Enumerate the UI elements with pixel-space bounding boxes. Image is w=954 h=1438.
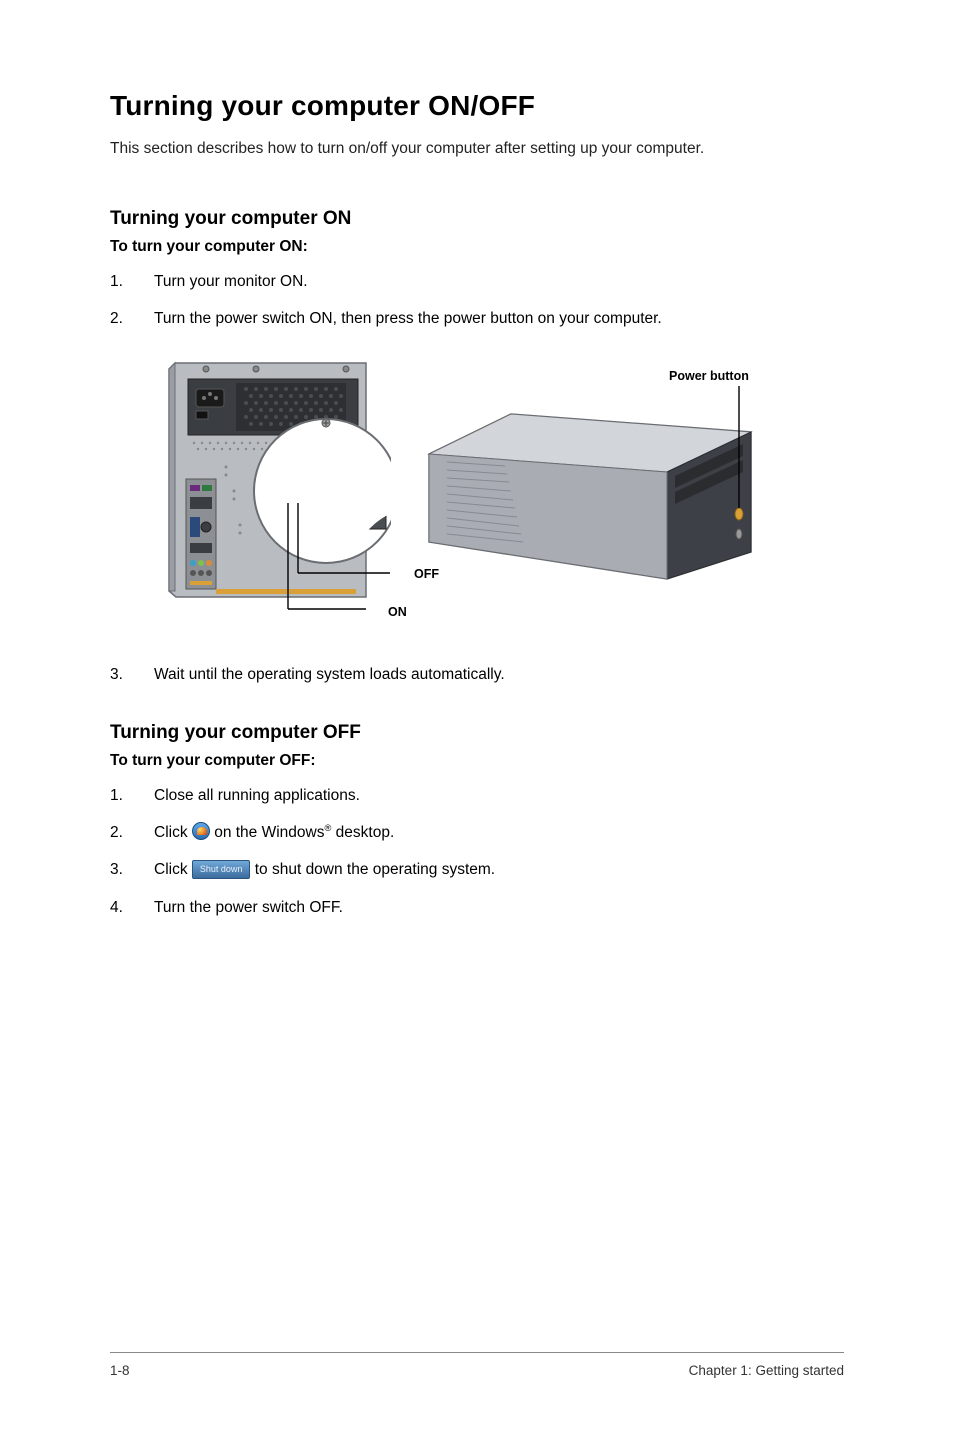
section-off-heading: Turning your computer OFF [110,722,844,744]
rear-panel-diagram: – o OFF ON [166,361,391,623]
section-off-sub: To turn your computer OFF: [110,752,844,770]
section-on-heading: Turning your computer ON [110,208,844,230]
page-number: 1-8 [110,1363,130,1378]
list-number: 2. [110,307,154,330]
text-fragment: Click [154,861,192,878]
list-text: Turn the power switch OFF. [154,896,844,919]
list-number: 1. [110,784,154,807]
page-footer: 1-8 Chapter 1: Getting started [110,1352,844,1378]
list-number: 3. [110,663,154,686]
list-number: 4. [110,896,154,919]
diagram-container: – o OFF ON [166,361,844,623]
list-text: Click on the Windows® desktop. [154,821,844,844]
windows-start-icon [192,822,210,840]
list-text: Wait until the operating system loads au… [154,663,844,686]
list-text: Click Shut down to shut down the operati… [154,858,844,881]
switch-on-label: ON [388,605,407,619]
list-number: 3. [110,858,154,881]
list-item: 2. Turn the power switch ON, then press … [110,307,844,330]
list-item: 1. Turn your monitor ON. [110,270,844,293]
list-text: Close all running applications. [154,784,844,807]
computer-front-illustration [421,374,761,584]
text-fragment: to shut down the operating system. [250,861,495,878]
list-text: Turn your monitor ON. [154,270,844,293]
page-title: Turning your computer ON/OFF [110,90,844,122]
section-on-sub: To turn your computer ON: [110,238,844,256]
power-button-label: Power button [669,369,749,383]
list-text: Turn the power switch ON, then press the… [154,307,844,330]
chapter-label: Chapter 1: Getting started [689,1363,844,1378]
shutdown-button-graphic: Shut down [192,860,251,879]
computer-rear-illustration: – o [166,361,391,623]
text-fragment: Click [154,824,192,841]
text-fragment: on the Windows [210,824,325,841]
intro-paragraph: This section describes how to turn on/of… [110,140,844,158]
list-number: 2. [110,821,154,844]
list-item: 1. Close all running applications. [110,784,844,807]
front-panel-diagram: Power button [421,374,761,589]
list-item: 3. Wait until the operating system loads… [110,663,844,686]
list-item: 3. Click Shut down to shut down the oper… [110,858,844,881]
list-item: 4. Turn the power switch OFF. [110,896,844,919]
list-number: 1. [110,270,154,293]
text-fragment: desktop. [331,824,394,841]
list-item: 2. Click on the Windows® desktop. [110,821,844,844]
